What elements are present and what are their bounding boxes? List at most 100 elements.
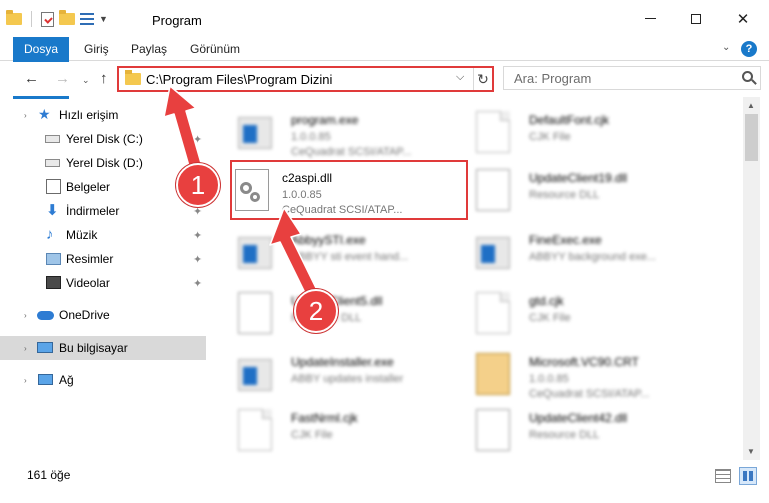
scroll-up-icon[interactable]: ▲ [747,101,755,110]
document-icon [476,111,510,153]
sidebar-item-videos[interactable]: Videolar ✦ [0,271,206,295]
file-name: DefaultFont.cjk [529,113,610,127]
file-item[interactable]: AbbyySTI.exe ABBYY sti event hand... [210,222,446,284]
file-description: CeQuadrat SCSI/ATAP... [291,146,412,158]
sidebar-item-music[interactable]: ♪ Müzik ✦ [0,223,206,247]
exe-icon [238,237,272,269]
file-version: 1.0.0.85 [291,131,331,143]
file-item[interactable]: program.exe 1.0.0.85 CeQuadrat SCSI/ATAP… [210,102,446,164]
pin-icon[interactable]: ✦ [193,229,202,242]
sidebar-item-local-disk-d[interactable]: Yerel Disk (D:) ✦ [0,151,206,175]
close-button[interactable]: ✕ [720,0,766,37]
file-name: program.exe [291,113,359,127]
up-arrow-icon[interactable]: ↑ [100,70,108,87]
file-name: AbbyySTI.exe [291,233,366,247]
back-arrow-icon[interactable]: ← [24,70,39,87]
file-item[interactable]: UpdateClient19.dll Resource DLL [448,160,684,222]
expand-arrow-icon[interactable]: › [24,376,27,385]
computer-icon [37,342,53,353]
file-type: CJK File [291,429,333,441]
file-item[interactable]: FineExec.exe ABBYY background exe... [448,222,684,284]
tab-share[interactable]: Paylaş [131,37,167,61]
document-icon [238,409,272,451]
sidebar-item-label: Resimler [66,252,114,266]
expand-ribbon-chevron-icon[interactable]: ⌄ [722,42,730,53]
pictures-icon [46,253,61,265]
address-path[interactable]: C:\Program Files\Program Dizini [146,72,332,87]
sidebar-item-label: Yerel Disk (C:) [66,132,143,146]
file-type: Resource DLL [529,189,600,201]
address-dropdown-chevron-icon[interactable]: ⌵ [456,71,464,84]
file-item[interactable]: Microsoft.VC90.CRT 1.0.0.85 CeQuadrat SC… [448,344,684,406]
scrollbar-thumb[interactable] [745,114,758,161]
toolbar-divider [31,11,32,27]
documents-icon [46,179,61,194]
close-icon: ✕ [736,10,750,28]
tiles-view-icon[interactable] [739,467,757,485]
expand-arrow-icon[interactable]: › [24,111,27,120]
sidebar-item-label: Hızlı erişim [59,108,119,122]
exe-icon [238,117,272,149]
file-description: ABBY updates installer [291,373,404,385]
details-view-icon[interactable] [715,469,731,483]
sidebar-item-network[interactable]: › Ağ [0,368,206,392]
tab-home[interactable]: Giriş [84,37,109,61]
sidebar-item-label: İndirmeler [66,204,120,218]
minimize-button[interactable] [627,0,673,37]
star-icon: ★ [38,106,51,122]
file-name: UpdateClient42.dll [529,411,628,425]
properties-icon[interactable] [41,11,54,27]
recent-locations-chevron-icon[interactable]: ⌄ [82,75,90,86]
file-type: CJK File [529,131,571,143]
pin-icon[interactable]: ✦ [193,133,202,146]
navigation-pane: › ★ Hızlı erişim Yerel Disk (C:) ✦ Yerel… [0,100,207,460]
ribbon-tabs: Dosya Giriş Paylaş Görünüm [0,37,769,99]
dll-icon [238,292,272,334]
scroll-down-icon[interactable]: ▼ [747,447,755,456]
sidebar-item-pictures[interactable]: Resimler ✦ [0,247,206,271]
maximize-icon [691,13,701,24]
pin-icon[interactable]: ✦ [193,253,202,266]
file-item[interactable]: UpdateClient42.dll Resource DLL [448,400,684,460]
file-name: Microsoft.VC90.CRT [529,355,639,369]
file-item[interactable]: DefaultFont.cjk CJK File [448,102,684,164]
title-bar: ▼ Program ✕ [0,0,769,37]
search-input[interactable]: Ara: Program [503,66,761,90]
customize-toolbar-chevron-icon[interactable]: ▼ [99,14,108,24]
step-two-badge: 2 [294,289,338,333]
expand-arrow-icon[interactable]: › [24,311,27,320]
sidebar-item-local-disk-c[interactable]: Yerel Disk (C:) ✦ [0,127,206,151]
search-icon[interactable] [742,71,753,82]
pin-icon[interactable]: ✦ [193,277,202,290]
expand-arrow-icon[interactable]: › [24,344,27,353]
help-button[interactable]: ? [741,41,757,57]
cloud-icon [37,311,54,320]
address-bar[interactable]: C:\Program Files\Program Dizini ⌵ ↻ [117,66,494,92]
file-item[interactable]: UpdateInstaller.exe ABBY updates install… [210,344,446,406]
sidebar-item-onedrive[interactable]: › OneDrive [0,303,206,327]
file-item[interactable]: FastNrml.cjk CJK File [210,400,446,460]
window-title: Program [152,13,202,28]
file-type: Resource DLL [529,429,600,441]
view-options-icon[interactable] [80,13,94,25]
file-type: CJK File [529,312,571,324]
file-description: ABBYY background exe... [529,251,656,263]
sidebar-item-label: Videolar [66,276,110,290]
exe-icon [238,359,272,391]
forward-arrow-icon[interactable]: → [55,70,70,87]
new-folder-icon[interactable] [59,10,75,25]
vertical-scrollbar[interactable]: ▲ ▼ [743,97,760,460]
music-icon: ♪ [46,226,54,243]
file-name: FastNrml.cjk [291,411,358,425]
dll-icon [476,169,510,211]
tab-view[interactable]: Görünüm [190,37,240,61]
download-icon: ⬇ [46,202,59,219]
step-one-badge: 1 [176,163,220,207]
sidebar-item-quick-access[interactable]: › ★ Hızlı erişim [0,103,206,127]
file-description: CeQuadrat SCSI/ATAP... [529,388,650,400]
refresh-icon[interactable]: ↻ [473,68,492,90]
maximize-button[interactable] [673,0,719,37]
file-item[interactable]: gtd.cjk CJK File [448,283,684,345]
sidebar-item-this-pc[interactable]: › Bu bilgisayar [0,336,206,360]
sidebar-item-downloads[interactable]: ⬇ İndirmeler ✦ [0,199,206,223]
